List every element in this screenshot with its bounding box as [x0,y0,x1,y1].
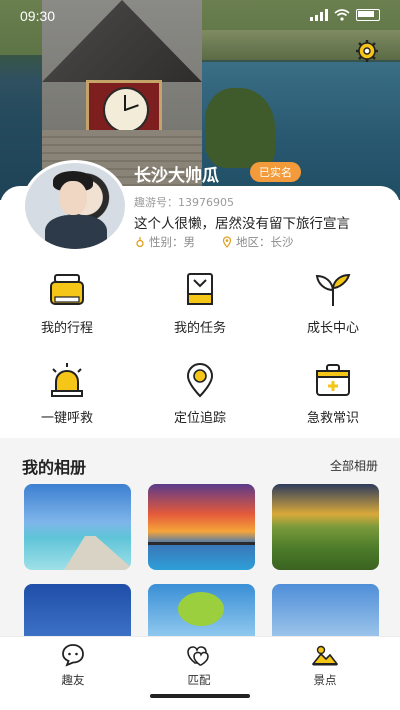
status-time: 09:30 [20,8,56,24]
scenery-icon [311,645,339,666]
menu-label: 急救常识 [306,411,359,426]
gear-icon[interactable] [354,38,380,64]
menu-item-trips[interactable]: 我的行程 [7,272,127,336]
album-photo[interactable] [24,484,131,570]
wifi-icon [334,9,350,21]
menu-item-tasks[interactable]: 我的任务 [140,272,260,336]
tab-label: 景点 [313,673,337,687]
heart-icon [187,646,209,666]
gender-text: 性别：男 [149,235,195,249]
avatar[interactable] [22,160,128,252]
tab-label: 匹配 [187,673,211,687]
album-section: 我的相册 全部相册 [0,438,400,670]
alarm-icon [51,363,83,397]
user-id: 趣游号：13976905 [134,196,234,209]
menu-label: 成长中心 [306,321,359,336]
first-aid-icon [316,364,350,396]
battery-icon [356,9,380,21]
profile-screen: 09:30 长沙大帅瓜 已实名 趣游号：13976905 这个人很懒，居然没有留… [0,0,400,710]
album-title: 我的相册 [22,458,87,477]
menu-item-growth[interactable]: 成长中心 [273,272,393,336]
suitcase-icon [50,274,84,305]
menu-label: 我的任务 [173,321,226,336]
location-pin-icon [222,236,232,248]
menu-label: 定位追踪 [173,411,226,426]
tab-scenery[interactable]: 景点 [295,643,355,688]
menu-label: 一键呼救 [40,411,93,426]
menu-item-tracking[interactable]: 定位追踪 [140,362,260,426]
status-bar: 09:30 [0,6,400,28]
signal-icon [310,9,328,21]
menu-item-first-aid[interactable]: 急救常识 [273,362,393,426]
travel-motto[interactable]: 这个人很懒，居然没有留下旅行宣言 [134,212,350,232]
sprout-icon [315,273,351,306]
bottom-tab-bar: 趣友 匹配 景点 [0,636,400,710]
album-photo[interactable] [148,484,255,570]
user-meta: 性别：男 地区：长沙 [134,234,294,250]
user-name: 长沙大帅瓜 [134,166,219,186]
verified-badge: 已实名 [250,162,301,182]
region-text: 地区：长沙 [236,235,294,249]
gender-icon [136,237,144,248]
chat-icon [62,644,84,667]
task-icon [187,273,213,305]
menu-item-sos[interactable]: 一键呼救 [7,362,127,426]
tab-match[interactable]: 匹配 [169,643,229,688]
all-albums-link[interactable]: 全部相册 [330,457,378,474]
tab-label: 趣友 [61,673,85,687]
home-indicator[interactable] [150,694,250,698]
location-icon [186,362,214,398]
album-photo[interactable] [272,484,379,570]
tab-friends[interactable]: 趣友 [43,643,103,688]
menu-label: 我的行程 [40,321,93,336]
